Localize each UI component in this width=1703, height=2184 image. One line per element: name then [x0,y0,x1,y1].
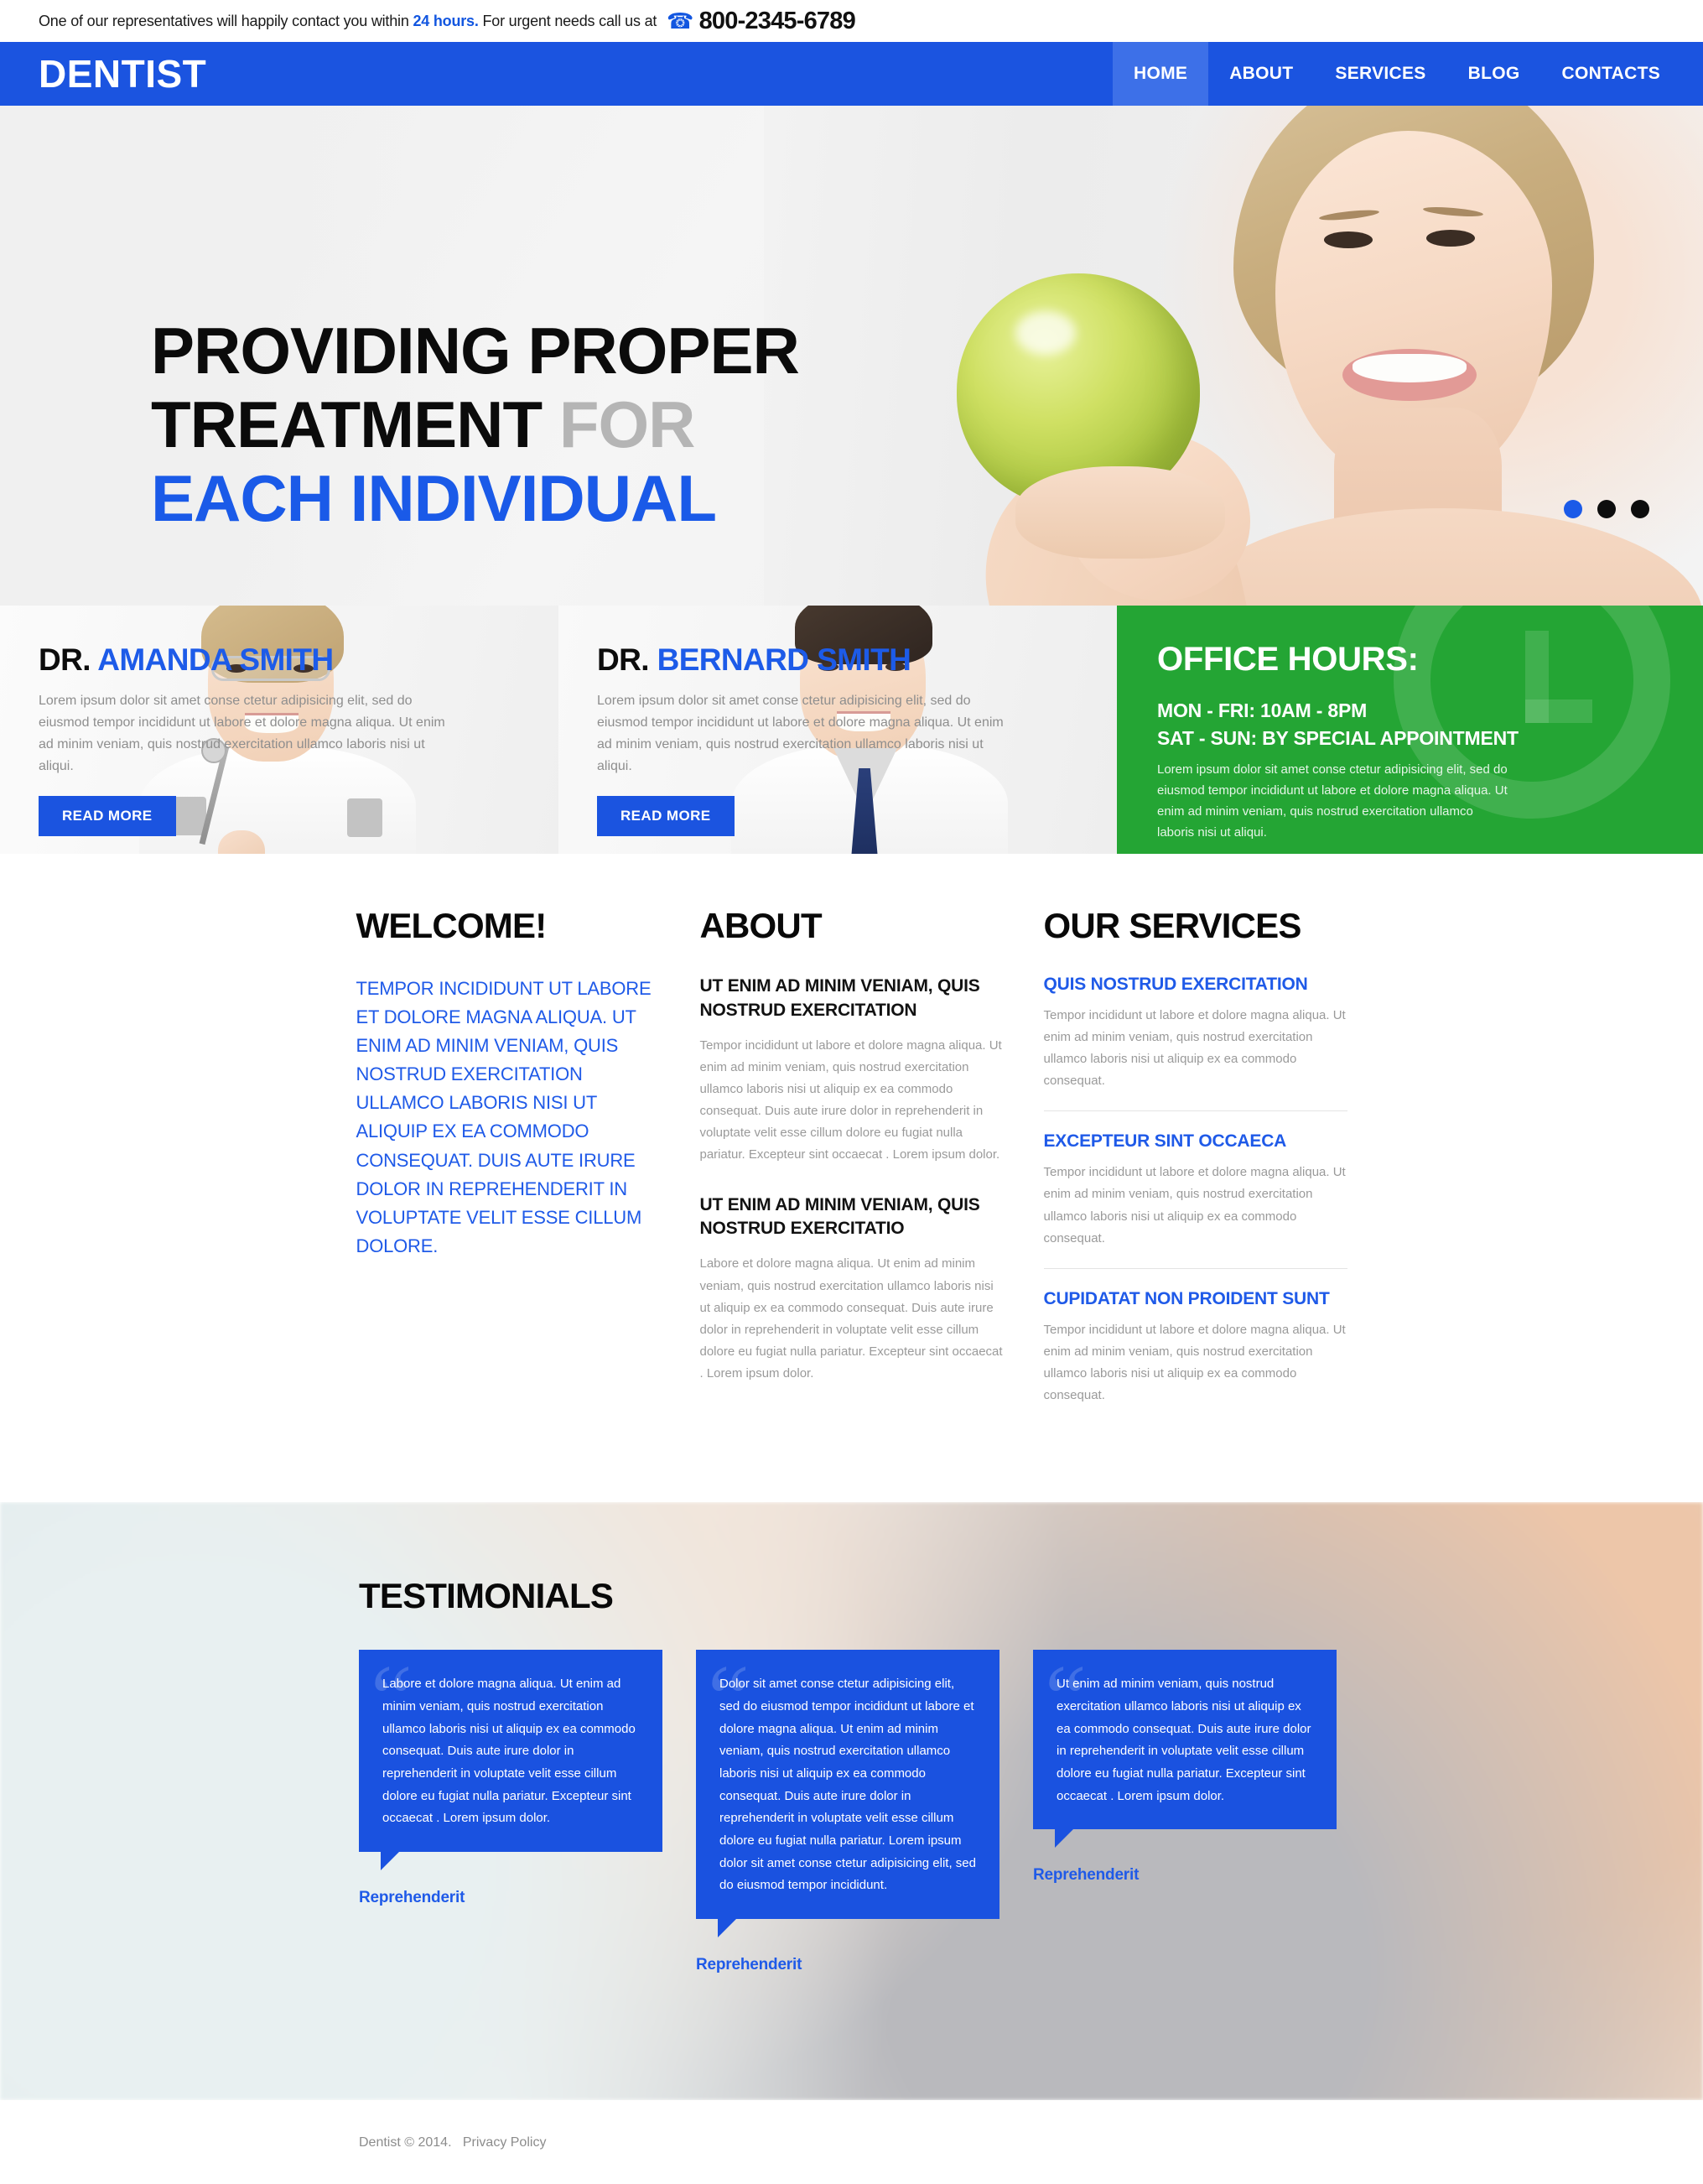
hero-image-woman-with-apple [764,106,1703,606]
hero-headline: PROVIDING PROPER TREATMENT FOR EACH INDI… [151,314,800,536]
slider-pagination [1564,500,1649,518]
footer-copyright-row: Dentist © 2014. Privacy Policy [359,2135,1703,2150]
testimonial-item: “ Ut enim ad minim veniam, quis nostrud … [1033,1650,1337,1974]
testimonial-author-2[interactable]: Reprehenderit [696,1956,999,1974]
top-contact-bar: One of our representatives will happily … [0,0,1703,42]
site-header: DENTIST HOME ABOUT SERVICES BLOG CONTACT… [0,42,1703,106]
read-more-button-bernard[interactable]: READ MORE [597,795,735,836]
about-column: ABOUT UT ENIM AD MINIM VENIAM, QUIS NOST… [700,906,1004,1425]
nav-item-about[interactable]: ABOUT [1208,42,1314,106]
hero-slider: PROVIDING PROPER TREATMENT FOR EACH INDI… [0,106,1703,606]
office-hours-description: Lorem ipsum dolor sit amet conse ctetur … [1157,762,1508,840]
doctor-prefix: DR. [39,642,98,677]
doctor-description-amanda: Lorem ipsum dolor sit amet conse ctetur … [39,694,445,773]
testimonials-row: “ Labore et dolore magna aliqua. Ut enim… [359,1650,1703,1974]
about-subheading-2: UT ENIM AD MINIM VENIAM, QUIS NOSTRUD EX… [699,1194,980,1239]
testimonial-author-3[interactable]: Reprehenderit [1033,1866,1337,1885]
service-heading-2[interactable]: EXCEPTEUR SINT OCCAECA [1044,1131,1347,1152]
top-bar-highlight: 24 hours. [413,12,479,29]
doctors-and-hours-strip: DR. AMANDA SMITH Lorem ipsum dolor sit a… [0,606,1703,854]
slider-dot-3[interactable] [1631,500,1649,518]
doctor-fullname: BERNARD SMITH [657,642,911,677]
doctor-description-bernard: Lorem ipsum dolor sit amet conse ctetur … [597,694,1004,773]
hero-line-2-muted: FOR [558,387,696,462]
testimonial-bubble-3: “ Ut enim ad minim veniam, quis nostrud … [1033,1650,1337,1849]
hero-line-2: TREATMENT FOR [151,387,799,461]
testimonial-text-2: Dolor sit amet conse ctetur adipisicing … [719,1677,976,1893]
office-hours-panel: OFFICE HOURS: MON - FRI: 10AM - 8PM SAT … [1117,606,1703,854]
about-block: UT ENIM AD MINIM VENIAM, QUIS NOSTRUD EX… [700,975,1004,1167]
phone-icon: ☎ [667,8,694,34]
service-text-1: Tempor incididunt ut labore et dolore ma… [1043,1008,1346,1089]
main-navigation: HOME ABOUT SERVICES BLOG CONTACTS [1113,42,1703,106]
nav-item-services[interactable]: SERVICES [1314,42,1446,106]
testimonial-item: “ Dolor sit amet conse ctetur adipisicin… [696,1650,999,1974]
welcome-lead-text: TEMPOR INCIDIDUNT UT LABORE ET DOLORE MA… [356,978,652,1256]
office-hours-weekday: MON - FRI: 10AM - 8PM [1157,699,1368,721]
footer-copyright: Dentist © 2014. [359,2135,452,2150]
testimonials-section: TESTIMONIALS “ Labore et dolore magna al… [0,1502,1703,2100]
office-hours-weekend: SAT - SUN: BY SPECIAL APPOINTMENT [1157,726,1519,749]
doctor-prefix: DR. [597,642,657,677]
top-bar-message: One of our representatives will happily … [39,13,657,30]
hero-line-3: EACH INDIVIDUAL [151,461,717,536]
about-text-1: Tempor incididunt ut labore et dolore ma… [699,1037,1002,1162]
testimonial-bubble-1: “ Labore et dolore magna aliqua. Ut enim… [359,1650,662,1870]
office-hours-title: OFFICE HOURS: [1157,641,1419,678]
about-subheading-1: UT ENIM AD MINIM VENIAM, QUIS NOSTRUD EX… [699,976,980,1020]
about-block: UT ENIM AD MINIM VENIAM, QUIS NOSTRUD EX… [700,1193,1004,1386]
doctor-name-bernard: DR. BERNARD SMITH [597,642,1117,678]
slider-dot-2[interactable] [1597,500,1616,518]
doctor-name-amanda: DR. AMANDA SMITH [39,642,558,678]
service-item: QUIS NOSTRUD EXERCITATION Tempor incidid… [1044,975,1347,1110]
testimonial-text-1: Labore et dolore magna aliqua. Ut enim a… [382,1677,636,1826]
site-footer: Dentist © 2014. Privacy Policy [0,2100,1703,2184]
nav-item-blog[interactable]: BLOG [1447,42,1541,106]
phone-link[interactable]: ☎ 800-2345-6789 [667,8,856,35]
privacy-policy-link[interactable]: Privacy Policy [463,2135,547,2150]
testimonial-text-3: Ut enim ad minim veniam, quis nostrud ex… [1057,1677,1311,1803]
hero-line-1: PROVIDING PROPER [151,314,800,387]
service-item: EXCEPTEUR SINT OCCAECA Tempor incididunt… [1043,1110,1347,1267]
hero-line-2-dark: TREATMENT [151,387,559,462]
welcome-title: WELCOME! [356,906,548,945]
service-item: CUPIDATAT NON PROIDENT SUNT Tempor incid… [1043,1267,1347,1425]
testimonial-item: “ Labore et dolore magna aliqua. Ut enim… [359,1650,662,1974]
slider-dot-1[interactable] [1564,500,1582,518]
about-title: ABOUT [699,906,823,945]
about-text-2: Labore et dolore magna aliqua. Ut enim a… [699,1256,1003,1381]
read-more-button-amanda[interactable]: READ MORE [39,795,176,836]
service-text-2: Tempor incididunt ut labore et dolore ma… [1043,1165,1346,1245]
service-text-3: Tempor incididunt ut labore et dolore ma… [1043,1322,1346,1403]
nav-item-home[interactable]: HOME [1113,42,1209,106]
service-heading-3[interactable]: CUPIDATAT NON PROIDENT SUNT [1044,1289,1347,1309]
doctor-fullname: AMANDA SMITH [97,642,334,677]
phone-number[interactable]: 800-2345-6789 [699,8,856,35]
site-logo[interactable]: DENTIST [0,42,206,106]
nav-item-contacts[interactable]: CONTACTS [1541,42,1682,106]
testimonial-author-1[interactable]: Reprehenderit [359,1889,662,1907]
service-heading-1[interactable]: QUIS NOSTRUD EXERCITATION [1044,975,1347,995]
top-bar-text-after: For urgent needs call us at [478,12,657,29]
welcome-column: WELCOME! TEMPOR INCIDIDUNT UT LABORE ET … [356,906,660,1425]
doctor-card-bernard: DR. BERNARD SMITH Lorem ipsum dolor sit … [558,606,1117,854]
content-columns: WELCOME! TEMPOR INCIDIDUNT UT LABORE ET … [0,854,1703,1503]
top-bar-text-before: One of our representatives will happily … [39,12,413,29]
testimonial-bubble-2: “ Dolor sit amet conse ctetur adipisicin… [696,1650,999,1937]
testimonials-title: TESTIMONIALS [359,1576,614,1616]
doctor-card-amanda: DR. AMANDA SMITH Lorem ipsum dolor sit a… [0,606,558,854]
services-title: OUR SERVICES [1043,906,1302,945]
services-column: OUR SERVICES QUIS NOSTRUD EXERCITATION T… [1043,906,1347,1425]
